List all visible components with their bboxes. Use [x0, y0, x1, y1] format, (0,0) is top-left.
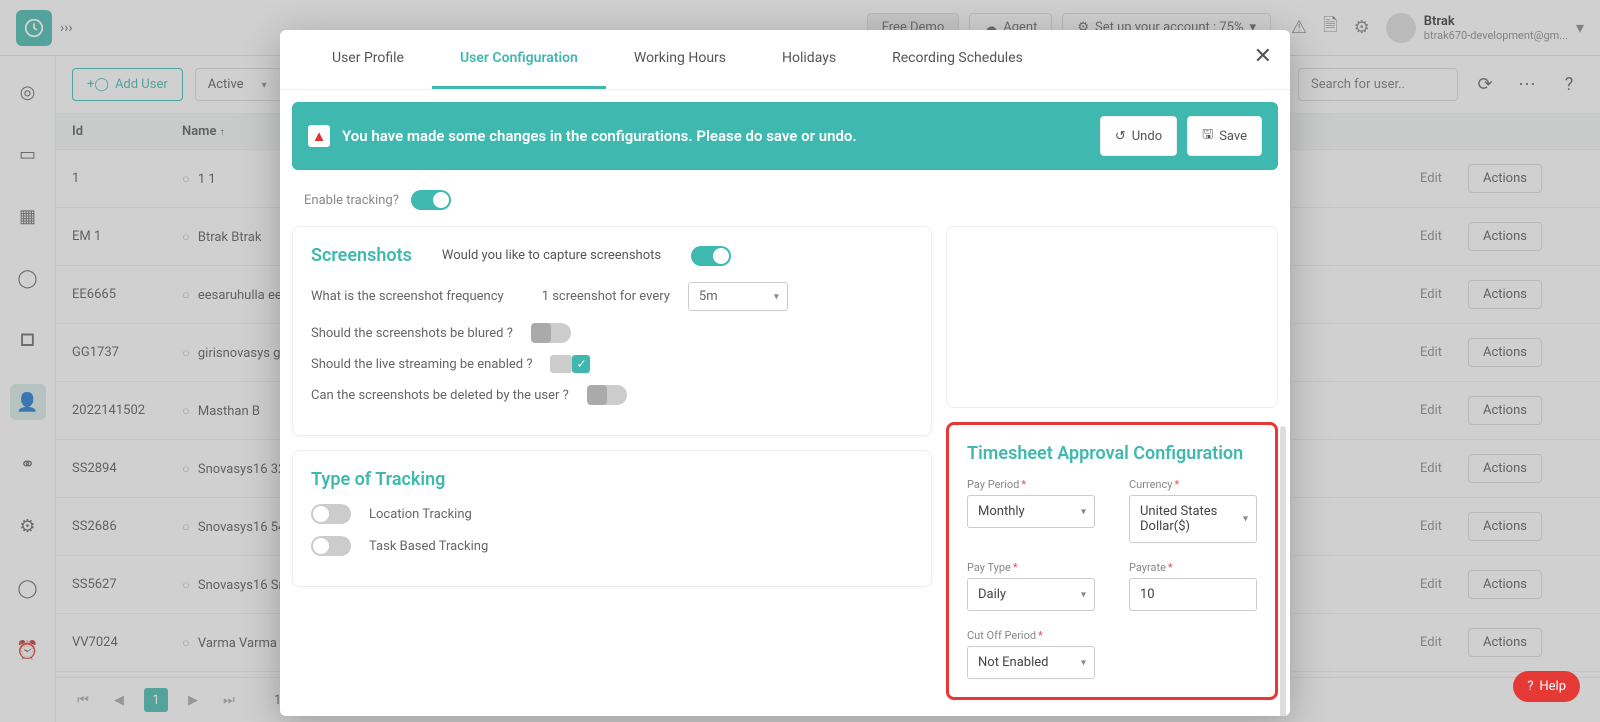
tab-user-profile[interactable]: User Profile: [304, 30, 432, 89]
capture-question: Would you like to capture screenshots: [442, 248, 661, 263]
timesheet-approval-card: Timesheet Approval Configuration Pay Per…: [946, 422, 1278, 700]
undo-button[interactable]: ↺Undo: [1100, 116, 1177, 156]
cutoff-label: Cut Off Period*: [967, 629, 1095, 642]
frequency-question: What is the screenshot frequency: [311, 289, 504, 304]
pay-period-select[interactable]: Monthly▾: [967, 495, 1095, 528]
tab-recording-schedules[interactable]: Recording Schedules: [864, 30, 1051, 89]
close-icon[interactable]: ✕: [1254, 44, 1272, 69]
task-tracking-toggle[interactable]: [311, 536, 351, 556]
pay-period-label: Pay Period*: [967, 478, 1095, 491]
undo-icon: ↺: [1115, 129, 1126, 144]
livestream-checkbox[interactable]: ✓: [572, 355, 590, 373]
livestream-toggle-off[interactable]: [550, 355, 572, 373]
help-icon: ?: [1527, 679, 1533, 694]
enable-tracking-toggle[interactable]: [411, 190, 451, 210]
screenshots-card: Screenshots Would you like to capture sc…: [292, 226, 932, 436]
tab-user-configuration[interactable]: User Configuration: [432, 30, 606, 89]
tracking-type-title: Type of Tracking: [311, 469, 913, 490]
tab-holidays[interactable]: Holidays: [754, 30, 864, 89]
blur-question: Should the screenshots be blured ?: [311, 326, 513, 341]
blur-toggle[interactable]: [531, 323, 571, 343]
payrate-label: Payrate*: [1129, 561, 1257, 574]
unsaved-changes-alert: ▲ You have made some changes in the conf…: [292, 102, 1278, 170]
capture-screenshots-toggle[interactable]: [691, 246, 731, 266]
modal-scrollbar[interactable]: [1280, 426, 1286, 716]
alert-text: You have made some changes in the config…: [342, 127, 857, 145]
pay-type-select[interactable]: Daily▾: [967, 578, 1095, 611]
tab-working-hours[interactable]: Working Hours: [606, 30, 754, 89]
location-tracking-label: Location Tracking: [369, 507, 472, 522]
delete-question: Can the screenshots be deleted by the us…: [311, 388, 569, 403]
help-button[interactable]: ? Help: [1513, 671, 1580, 702]
payrate-input[interactable]: 10: [1129, 578, 1257, 611]
frequency-prefix: 1 screenshot for every: [542, 289, 670, 304]
warning-icon: ▲: [308, 125, 330, 147]
save-icon: 🖫: [1202, 125, 1213, 147]
enable-tracking-label: Enable tracking?: [304, 193, 399, 208]
pay-type-label: Pay Type*: [967, 561, 1095, 574]
tracking-type-card: Type of Tracking Location Tracking Task …: [292, 450, 932, 587]
cutoff-select[interactable]: Not Enabled▾: [967, 646, 1095, 679]
timesheet-title: Timesheet Approval Configuration: [967, 443, 1257, 464]
frequency-select[interactable]: 5m▾: [688, 282, 788, 311]
upper-right-card: [946, 226, 1278, 408]
location-tracking-toggle[interactable]: [311, 504, 351, 524]
delete-toggle[interactable]: [587, 385, 627, 405]
task-tracking-label: Task Based Tracking: [369, 539, 488, 554]
livestream-question: Should the live streaming be enabled ?: [311, 357, 532, 372]
currency-select[interactable]: United States Dollar($)▾: [1129, 495, 1257, 543]
save-button[interactable]: 🖫Save: [1187, 116, 1262, 156]
user-config-modal: ✕ User Profile User Configuration Workin…: [280, 30, 1290, 716]
screenshots-title: Screenshots: [311, 245, 412, 266]
currency-label: Currency*: [1129, 478, 1257, 491]
